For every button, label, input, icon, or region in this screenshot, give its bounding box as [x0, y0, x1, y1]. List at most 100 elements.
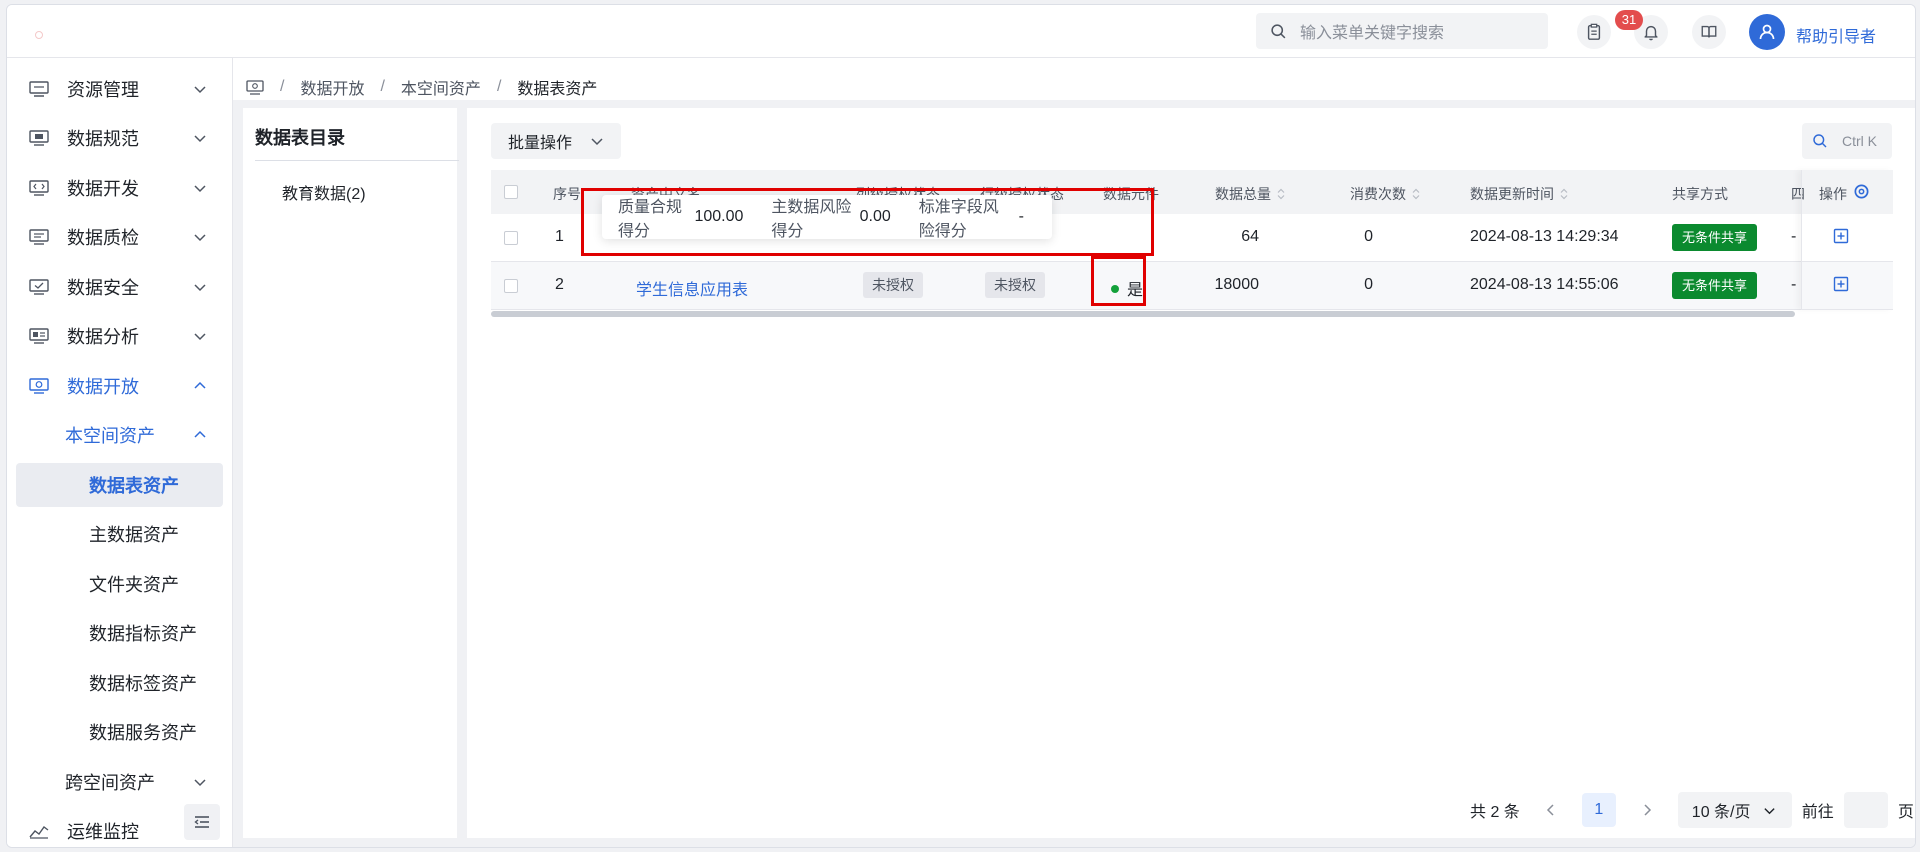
sidebar: 资源管理 数据规范 数据开发 数据质检 数据安全 数据分析 数据开放 本空间资产… — [7, 58, 233, 847]
goto-page-input[interactable] — [1843, 792, 1888, 828]
table-search-button[interactable]: Ctrl K — [1802, 123, 1892, 159]
sidebar-item-table-assets[interactable]: 数据表资产 — [16, 463, 223, 507]
asset-name-link[interactable]: 学生信息应用表 — [636, 276, 748, 300]
menu-search-input[interactable]: 输入菜单关键字搜索 — [1256, 13, 1548, 49]
table-row[interactable]: 2 学生信息应用表 未授权 未授权 是 18000 0 2024-08-13 1… — [491, 262, 1893, 310]
sort-icon — [1277, 188, 1285, 200]
avatar[interactable] — [1749, 14, 1785, 50]
header-consume[interactable]: 消费次数 — [1350, 184, 1420, 204]
notification-badge: 31 — [1615, 10, 1643, 30]
sidebar-item-service-assets[interactable]: 数据服务资产 — [7, 710, 233, 754]
breadcrumb-separator: / — [280, 78, 285, 95]
page-size-select[interactable]: 10 条/页 — [1677, 792, 1792, 828]
sidebar-item-label: 数据安全 — [67, 278, 139, 298]
share-tag: 无条件共享 — [1672, 224, 1758, 251]
sidebar-item-open[interactable]: 数据开放 — [7, 364, 233, 408]
sidebar-item-folder-assets[interactable]: 文件夹资产 — [7, 562, 233, 606]
breadcrumb-item[interactable]: 本空间资产 — [401, 75, 481, 99]
cell-consume: 0 — [1364, 276, 1373, 293]
sidebar-item-label: 数据开发 — [67, 179, 139, 199]
content-gap — [233, 100, 1915, 108]
select-all-checkbox[interactable] — [504, 185, 518, 199]
analysis-icon — [29, 328, 49, 344]
cell-index: 2 — [555, 276, 564, 293]
breadcrumb: / 数据开放 / 本空间资产 / 数据表资产 — [246, 75, 597, 99]
highlight-box — [581, 188, 1154, 256]
cell-extra: - — [1791, 276, 1797, 293]
clipboard-button[interactable] — [1577, 15, 1611, 49]
batch-operation-label: 批量操作 — [508, 135, 573, 152]
resource-icon — [29, 81, 49, 97]
security-icon — [29, 279, 49, 295]
prev-page-icon[interactable] — [1544, 803, 1558, 817]
catalog-item[interactable]: 教育数据(2) — [282, 180, 366, 204]
sidebar-item-label: 资源管理 — [67, 80, 139, 100]
sidebar-item-label: 数据服务资产 — [89, 723, 197, 743]
catalog-panel: 数据表目录 教育数据(2) — [243, 108, 467, 838]
cell-updated: 2024-08-13 14:29:34 — [1470, 228, 1619, 245]
header-index: 序号 — [553, 186, 581, 202]
standard-icon — [29, 130, 49, 146]
horizontal-scrollbar[interactable] — [491, 311, 1795, 317]
sidebar-item-cross-space-assets[interactable]: 跨空间资产 — [7, 760, 233, 804]
sidebar-item-master-assets[interactable]: 主数据资产 — [7, 512, 233, 556]
chevron-up-icon — [194, 381, 206, 389]
header-share: 共享方式 — [1672, 186, 1728, 202]
apply-icon[interactable] — [1833, 276, 1849, 292]
next-page-icon[interactable] — [1640, 803, 1654, 817]
chevron-down-icon — [194, 135, 206, 143]
header-updated[interactable]: 数据更新时间 — [1470, 184, 1568, 204]
chevron-down-icon — [194, 333, 206, 341]
sidebar-item-quality[interactable]: 数据质检 — [7, 215, 233, 259]
row-auth-tag: 未授权 — [985, 272, 1045, 298]
sidebar-item-label: 运维监控 — [67, 822, 139, 842]
book-icon — [1701, 25, 1717, 38]
sort-icon — [1412, 188, 1420, 200]
collapse-icon — [194, 816, 209, 828]
sidebar-item-label: 数据表资产 — [89, 476, 179, 496]
open-icon — [29, 378, 49, 394]
chevron-down-icon — [194, 86, 206, 94]
search-icon — [1813, 134, 1827, 148]
username-link[interactable]: 帮助引导者 — [1796, 23, 1876, 47]
app-window: 输入菜单关键字搜索 31 帮助引导者 资源管理 数据规范 数据开发 数据质检 数… — [6, 4, 1916, 848]
sidebar-item-tag-assets[interactable]: 数据标签资产 — [7, 661, 233, 705]
sidebar-item-resource[interactable]: 资源管理 — [7, 67, 233, 111]
collapse-sidebar-button[interactable] — [184, 804, 220, 840]
sidebar-item-local-assets[interactable]: 本空间资产 — [7, 413, 233, 457]
sort-icon — [1560, 188, 1568, 200]
cell-total: 64 — [1241, 228, 1259, 245]
sidebar-item-label: 数据指标资产 — [89, 624, 197, 644]
header-updated-label: 数据更新时间 — [1470, 186, 1554, 202]
pagination: 共 2 条 1 10 条/页 前往 页 — [1470, 792, 1914, 828]
cell-updated: 2024-08-13 14:55:06 — [1470, 276, 1619, 293]
home-icon[interactable] — [246, 79, 264, 95]
chevron-up-icon — [194, 430, 206, 438]
row-checkbox[interactable] — [504, 231, 518, 245]
sidebar-item-security[interactable]: 数据安全 — [7, 265, 233, 309]
sidebar-item-standard[interactable]: 数据规范 — [7, 116, 233, 160]
docs-button[interactable] — [1692, 15, 1726, 49]
sidebar-item-analysis[interactable]: 数据分析 — [7, 314, 233, 358]
apply-icon[interactable] — [1833, 228, 1849, 244]
header-total[interactable]: 数据总量 — [1215, 184, 1285, 204]
sidebar-item-label: 跨空间资产 — [65, 773, 155, 793]
sidebar-item-develop[interactable]: 数据开发 — [7, 166, 233, 210]
chevron-down-icon — [194, 234, 206, 242]
sidebar-item-label: 本空间资产 — [65, 426, 155, 446]
sidebar-item-metric-assets[interactable]: 数据指标资产 — [7, 611, 233, 655]
sidebar-item-label: 数据开放 — [67, 377, 139, 397]
page-number[interactable]: 1 — [1581, 793, 1616, 827]
breadcrumb-item[interactable]: 数据开放 — [300, 75, 364, 99]
breadcrumb-separator: / — [496, 78, 502, 95]
batch-operation-button[interactable]: 批量操作 — [491, 123, 621, 159]
header-consume-label: 消费次数 — [1350, 186, 1406, 202]
highlight-box — [1091, 256, 1146, 306]
sidebar-item-label: 主数据资产 — [89, 525, 179, 545]
goto-label: 前往 — [1801, 804, 1834, 821]
cell-extra: - — [1791, 228, 1797, 245]
breadcrumb-separator: / — [380, 78, 385, 95]
quality-icon — [29, 229, 49, 245]
breadcrumb-current: 数据表资产 — [517, 81, 598, 98]
row-checkbox[interactable] — [504, 279, 518, 293]
